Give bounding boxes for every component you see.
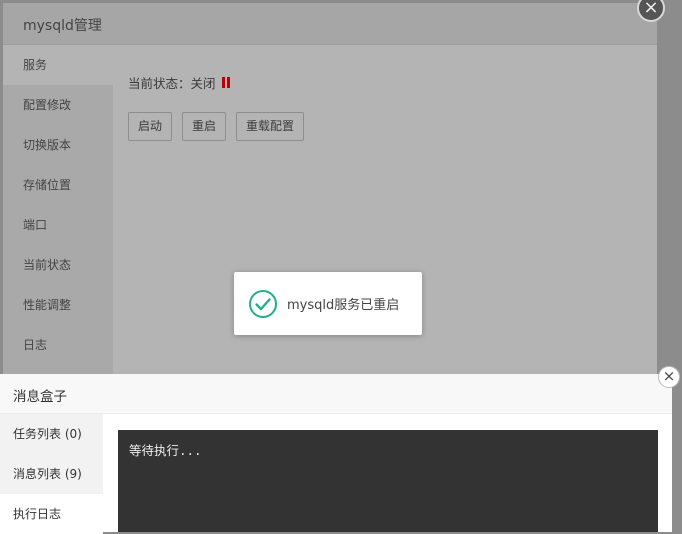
close-icon[interactable]: × [637,0,665,22]
tab-task-list[interactable]: 任务列表 (0) [0,414,103,454]
tab-message-list[interactable]: 消息列表 (9) [0,454,103,494]
message-box-title: 消息盒子 [13,389,67,405]
sidebar-item-performance[interactable]: 性能调整 [3,285,113,325]
tab-execution-log[interactable]: 执行日志 [0,494,103,534]
panel-title: mysqld管理 [23,18,102,34]
sidebar-item-service[interactable]: 服务 [3,45,113,85]
toast-message: mysqld服务已重启 [287,298,400,313]
close-icon[interactable]: × [658,366,680,388]
check-circle-icon [249,289,277,318]
service-buttons: 启动 重启 重载配置 [128,112,305,141]
toast-notification: mysqld服务已重启 [234,272,422,335]
reload-config-button[interactable]: 重载配置 [236,112,305,141]
panel-header: mysqld管理 [3,3,657,45]
sidebar-item-log[interactable]: 日志 [3,325,113,365]
execution-log-console: 等待执行... [118,430,658,532]
start-button[interactable]: 启动 [128,112,173,141]
restart-button[interactable]: 重启 [182,112,227,141]
sidebar-item-version[interactable]: 切换版本 [3,125,113,165]
status-label: 当前状态：关闭 [128,76,216,91]
message-box: 消息盒子 任务列表 (0) 消息列表 (9) 执行日志 等待执行... [0,374,672,534]
sidebar-item-storage[interactable]: 存储位置 [3,165,113,205]
message-box-tabs: 任务列表 (0) 消息列表 (9) 执行日志 [0,414,103,534]
log-text: 等待执行... [129,443,202,458]
sidebar-item-status[interactable]: 当前状态 [3,245,113,285]
sidebar-item-port[interactable]: 端口 [3,205,113,245]
pause-icon [221,77,230,88]
sidebar-item-config[interactable]: 配置修改 [3,85,113,125]
service-status: 当前状态：关闭 [128,73,230,92]
message-box-header: 消息盒子 [0,374,672,414]
panel-sidebar: 服务 配置修改 切换版本 存储位置 端口 当前状态 性能调整 日志 [3,45,113,375]
